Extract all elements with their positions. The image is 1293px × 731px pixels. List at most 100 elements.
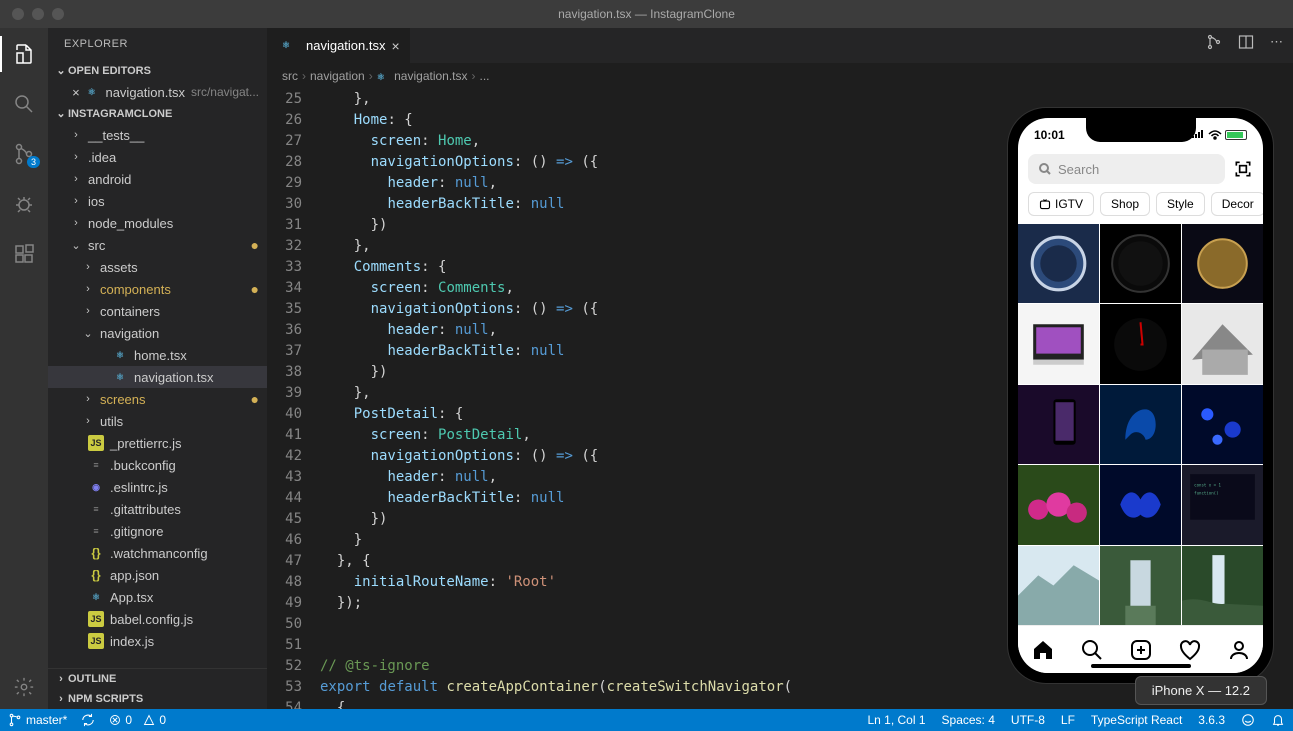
cursor-position[interactable]: Ln 1, Col 1 xyxy=(867,713,925,727)
grid-image[interactable] xyxy=(1018,385,1099,464)
search-view-icon[interactable] xyxy=(12,92,36,116)
tree-item[interactable]: JS_prettierrc.js xyxy=(48,432,267,454)
igtv-icon xyxy=(1039,198,1051,210)
simulator-label[interactable]: iPhone X — 12.2 xyxy=(1135,676,1267,705)
tree-item[interactable]: {}app.json xyxy=(48,564,267,586)
problems-status[interactable]: 0 0 xyxy=(109,713,166,727)
notifications-icon[interactable] xyxy=(1271,713,1285,727)
sync-status[interactable] xyxy=(81,713,95,727)
editor-tab[interactable]: ⚛ navigation.tsx × xyxy=(268,28,411,63)
category-chip[interactable]: Decor xyxy=(1211,192,1263,216)
grid-image[interactable] xyxy=(1182,546,1263,625)
category-chip[interactable]: Style xyxy=(1156,192,1205,216)
grid-image[interactable] xyxy=(1018,465,1099,544)
grid-image[interactable] xyxy=(1182,304,1263,383)
tree-item[interactable]: ›components● xyxy=(48,278,267,300)
explore-grid[interactable]: const x = 1function() xyxy=(1018,224,1263,625)
tree-item[interactable]: ≡.gitignore xyxy=(48,520,267,542)
grid-image[interactable] xyxy=(1100,224,1181,303)
tree-item[interactable]: ◉.eslintrc.js xyxy=(48,476,267,498)
encoding-status[interactable]: UTF-8 xyxy=(1011,713,1045,727)
close-icon[interactable]: × xyxy=(392,38,400,54)
feedback-icon[interactable] xyxy=(1241,713,1255,727)
explorer-view-icon[interactable] xyxy=(12,42,36,66)
phone-notch xyxy=(1086,118,1196,142)
category-chips: IGTVShopStyleDecorScience xyxy=(1018,192,1263,224)
breadcrumbs[interactable]: src›navigation›⚛ navigation.tsx›... xyxy=(268,63,1293,89)
outline-section[interactable]: ›OUTLINE xyxy=(48,668,267,689)
phone-preview: 10:01 Search IGTVS xyxy=(1008,108,1273,683)
open-editor-item[interactable]: × ⚛ navigation.tsx src/navigat... xyxy=(48,81,267,103)
grid-image[interactable] xyxy=(1100,304,1181,383)
grid-image[interactable] xyxy=(1018,304,1099,383)
chevron-right-icon: › xyxy=(68,195,84,207)
editor-actions: ⋯ xyxy=(1206,34,1283,50)
open-editors-section[interactable]: ⌄OPEN EDITORS xyxy=(48,60,267,81)
grid-image[interactable]: const x = 1function() xyxy=(1182,465,1263,544)
compare-changes-icon[interactable] xyxy=(1206,34,1222,50)
profile-tab-icon[interactable] xyxy=(1227,638,1251,662)
tree-item[interactable]: ›node_modules xyxy=(48,212,267,234)
grid-image[interactable] xyxy=(1182,385,1263,464)
eol-status[interactable]: LF xyxy=(1061,713,1075,727)
grid-image[interactable] xyxy=(1182,224,1263,303)
category-chip[interactable]: IGTV xyxy=(1028,192,1094,216)
tree-item[interactable]: ›android xyxy=(48,168,267,190)
home-tab-icon[interactable] xyxy=(1031,638,1055,662)
breadcrumb-item[interactable]: navigation xyxy=(310,69,365,83)
js-icon: JS xyxy=(88,633,104,649)
tree-item[interactable]: ≡.buckconfig xyxy=(48,454,267,476)
npm-scripts-section[interactable]: ›NPM SCRIPTS xyxy=(48,689,267,709)
grid-image[interactable] xyxy=(1018,546,1099,625)
search-tab-icon[interactable] xyxy=(1080,638,1104,662)
tree-item[interactable]: ⚛navigation.tsx xyxy=(48,366,267,388)
tree-item[interactable]: ›.idea xyxy=(48,146,267,168)
branch-status[interactable]: master* xyxy=(8,713,67,727)
tree-item[interactable]: ›assets xyxy=(48,256,267,278)
grid-image[interactable] xyxy=(1100,465,1181,544)
tree-item[interactable]: ⌄src● xyxy=(48,234,267,256)
grid-image[interactable] xyxy=(1100,385,1181,464)
scan-icon[interactable] xyxy=(1233,159,1253,179)
add-tab-icon[interactable] xyxy=(1129,638,1153,662)
chevron-right-icon: › xyxy=(68,151,84,163)
close-icon[interactable]: × xyxy=(68,85,84,100)
breadcrumb-item[interactable]: src xyxy=(282,69,298,83)
editor-tabs: ⚛ navigation.tsx × xyxy=(268,28,1293,63)
grid-image[interactable] xyxy=(1100,546,1181,625)
debug-view-icon[interactable] xyxy=(12,192,36,216)
tree-item[interactable]: ›ios xyxy=(48,190,267,212)
category-chip[interactable]: Shop xyxy=(1100,192,1150,216)
settings-gear-icon[interactable] xyxy=(12,675,36,699)
split-editor-icon[interactable] xyxy=(1238,34,1254,50)
grid-image[interactable] xyxy=(1018,224,1099,303)
chevron-right-icon: › xyxy=(68,129,84,141)
more-actions-icon[interactable]: ⋯ xyxy=(1270,34,1283,50)
tree-item[interactable]: {}.watchmanconfig xyxy=(48,542,267,564)
tree-item[interactable]: ≡.gitattributes xyxy=(48,498,267,520)
extensions-view-icon[interactable] xyxy=(12,242,36,266)
breadcrumb-item[interactable]: ... xyxy=(480,69,490,83)
file-tree: ›__tests__›.idea›android›ios›node_module… xyxy=(48,124,267,668)
breadcrumb-item[interactable]: ⚛ navigation.tsx xyxy=(377,69,468,83)
tree-item[interactable]: ⌄navigation xyxy=(48,322,267,344)
tree-item[interactable]: ⚛home.tsx xyxy=(48,344,267,366)
chevron-right-icon: › xyxy=(68,217,84,229)
activity-tab-icon[interactable] xyxy=(1178,638,1202,662)
source-control-view-icon[interactable]: 3 xyxy=(12,142,36,166)
tree-item[interactable]: JSindex.js xyxy=(48,630,267,652)
tree-item[interactable]: ⚛App.tsx xyxy=(48,586,267,608)
chevron-right-icon: › xyxy=(80,415,96,427)
indentation-status[interactable]: Spaces: 4 xyxy=(942,713,995,727)
chevron-right-icon: › xyxy=(68,173,84,185)
js-icon: JS xyxy=(88,435,104,451)
ts-version[interactable]: 3.6.3 xyxy=(1198,713,1225,727)
tree-item[interactable]: ›__tests__ xyxy=(48,124,267,146)
tree-item[interactable]: ›utils xyxy=(48,410,267,432)
project-section[interactable]: ⌄INSTAGRAMCLONE xyxy=(48,103,267,124)
tree-item[interactable]: ›containers xyxy=(48,300,267,322)
language-status[interactable]: TypeScript React xyxy=(1091,713,1182,727)
tree-item[interactable]: JSbabel.config.js xyxy=(48,608,267,630)
tree-item[interactable]: ›screens● xyxy=(48,388,267,410)
search-input[interactable]: Search xyxy=(1028,154,1225,184)
